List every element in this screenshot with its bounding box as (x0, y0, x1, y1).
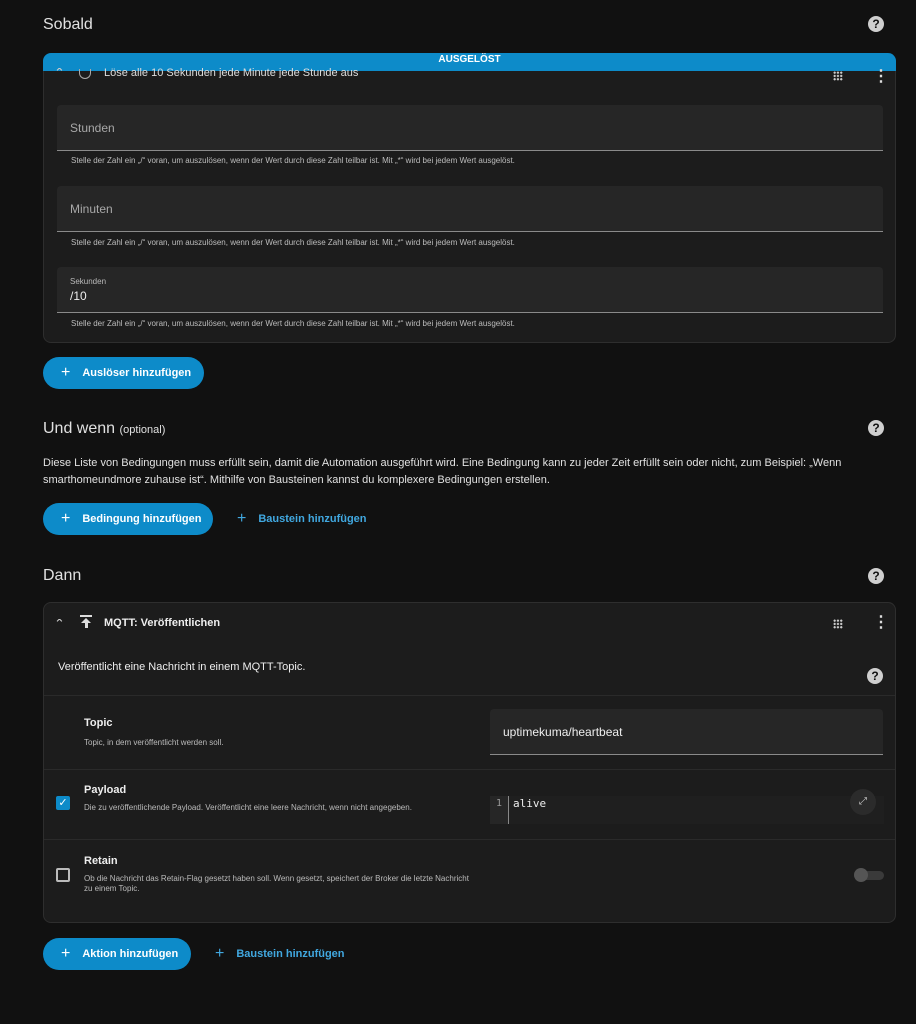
minutes-field[interactable]: Minuten (57, 186, 883, 232)
drag-handle-icon[interactable] (833, 71, 843, 81)
seconds-value: /10 (70, 289, 87, 303)
und-wenn-title: Und wenn (43, 420, 116, 437)
retain-hint: Ob die Nachricht das Retain-Flag gesetzt… (84, 874, 469, 893)
collapse-chevron-icon[interactable]: ⌃ (54, 619, 65, 629)
action-header: MQTT: Veröffentlichen (104, 617, 221, 629)
add-building-block-button[interactable]: + Baustein hinzufügen (237, 510, 367, 528)
retain-checkbox[interactable] (56, 868, 70, 882)
add-building-block-button[interactable]: + Baustein hinzufügen (215, 945, 345, 963)
payload-checkbox[interactable]: ✓ (56, 796, 70, 810)
topic-hint: Topic, in dem veröffentlicht werden soll… (84, 738, 224, 747)
expand-icon[interactable]: ⤢ (850, 789, 876, 815)
help-icon[interactable]: ? (868, 16, 884, 32)
publish-icon (80, 615, 92, 629)
topic-label: Topic (84, 717, 113, 729)
plus-icon: + (215, 945, 225, 962)
payload-hint: Die zu veröffentlichende Payload. Veröff… (84, 803, 412, 812)
collapse-chevron-icon[interactable]: ⌃ (54, 68, 65, 78)
retain-label: Retain (84, 855, 118, 867)
hours-field[interactable]: Stunden (57, 105, 883, 151)
plus-icon: + (61, 945, 71, 962)
section-title-und-wenn: Und wenn (optional) (43, 420, 165, 438)
more-menu-icon[interactable]: ⋮ (873, 615, 889, 631)
plus-icon: + (61, 510, 71, 527)
hours-label: Stunden (70, 121, 115, 135)
section-title-dann: Dann (43, 567, 82, 584)
topic-value: uptimekuma/heartbeat (503, 725, 623, 739)
help-icon[interactable]: ? (868, 420, 884, 436)
divider (44, 839, 895, 840)
topic-input[interactable]: uptimekuma/heartbeat (490, 709, 883, 755)
add-action-label: Aktion hinzufügen (82, 948, 179, 960)
more-menu-icon[interactable]: ⋮ (873, 69, 889, 85)
hours-hint: Stelle der Zahl ein „/“ voran, um auszul… (71, 156, 515, 165)
action-description: Veröffentlicht eine Nachricht in einem M… (58, 661, 306, 673)
payload-value: alive (513, 797, 547, 810)
seconds-label: Sekunden (70, 277, 107, 286)
minutes-label: Minuten (70, 202, 113, 216)
divider (44, 695, 895, 696)
add-condition-button[interactable]: + Bedingung hinzufügen (43, 503, 213, 535)
retain-toggle[interactable] (854, 868, 884, 882)
line-number: 1 (490, 796, 509, 824)
action-card: ⌃ MQTT: Veröffentlichen ⋮ Veröffentlicht… (43, 602, 896, 923)
help-icon[interactable]: ? (867, 668, 883, 684)
trigger-card: AUSGELÖST ⌃ Löse alle 10 Sekunden jede M… (43, 53, 896, 343)
add-building-block-label: Baustein hinzufügen (258, 513, 367, 525)
payload-code-editor[interactable]: 1 alive (490, 796, 884, 824)
drag-handle-icon[interactable] (833, 619, 843, 629)
add-building-block-label: Baustein hinzufügen (236, 948, 345, 960)
seconds-field[interactable]: Sekunden /10 (57, 267, 883, 313)
add-trigger-button[interactable]: + Auslöser hinzufügen (43, 357, 204, 389)
add-trigger-label: Auslöser hinzufügen (82, 367, 192, 379)
plus-icon: + (237, 510, 247, 527)
help-icon[interactable]: ? (868, 568, 884, 584)
conditions-description: Diese Liste von Bedingungen muss erfüllt… (43, 457, 842, 486)
minutes-hint: Stelle der Zahl ein „/“ voran, um auszul… (71, 238, 515, 247)
section-title-sobald: Sobald (43, 16, 93, 33)
trigger-header: Löse alle 10 Sekunden jede Minute jede S… (104, 68, 359, 78)
add-action-button[interactable]: + Aktion hinzufügen (43, 938, 191, 970)
clock-icon (79, 69, 91, 79)
optional-label: (optional) (119, 424, 166, 436)
payload-label: Payload (84, 784, 127, 796)
plus-icon: + (61, 364, 71, 381)
add-condition-label: Bedingung hinzufügen (82, 513, 202, 525)
seconds-hint: Stelle der Zahl ein „/“ voran, um auszul… (71, 319, 515, 328)
divider (44, 769, 895, 770)
